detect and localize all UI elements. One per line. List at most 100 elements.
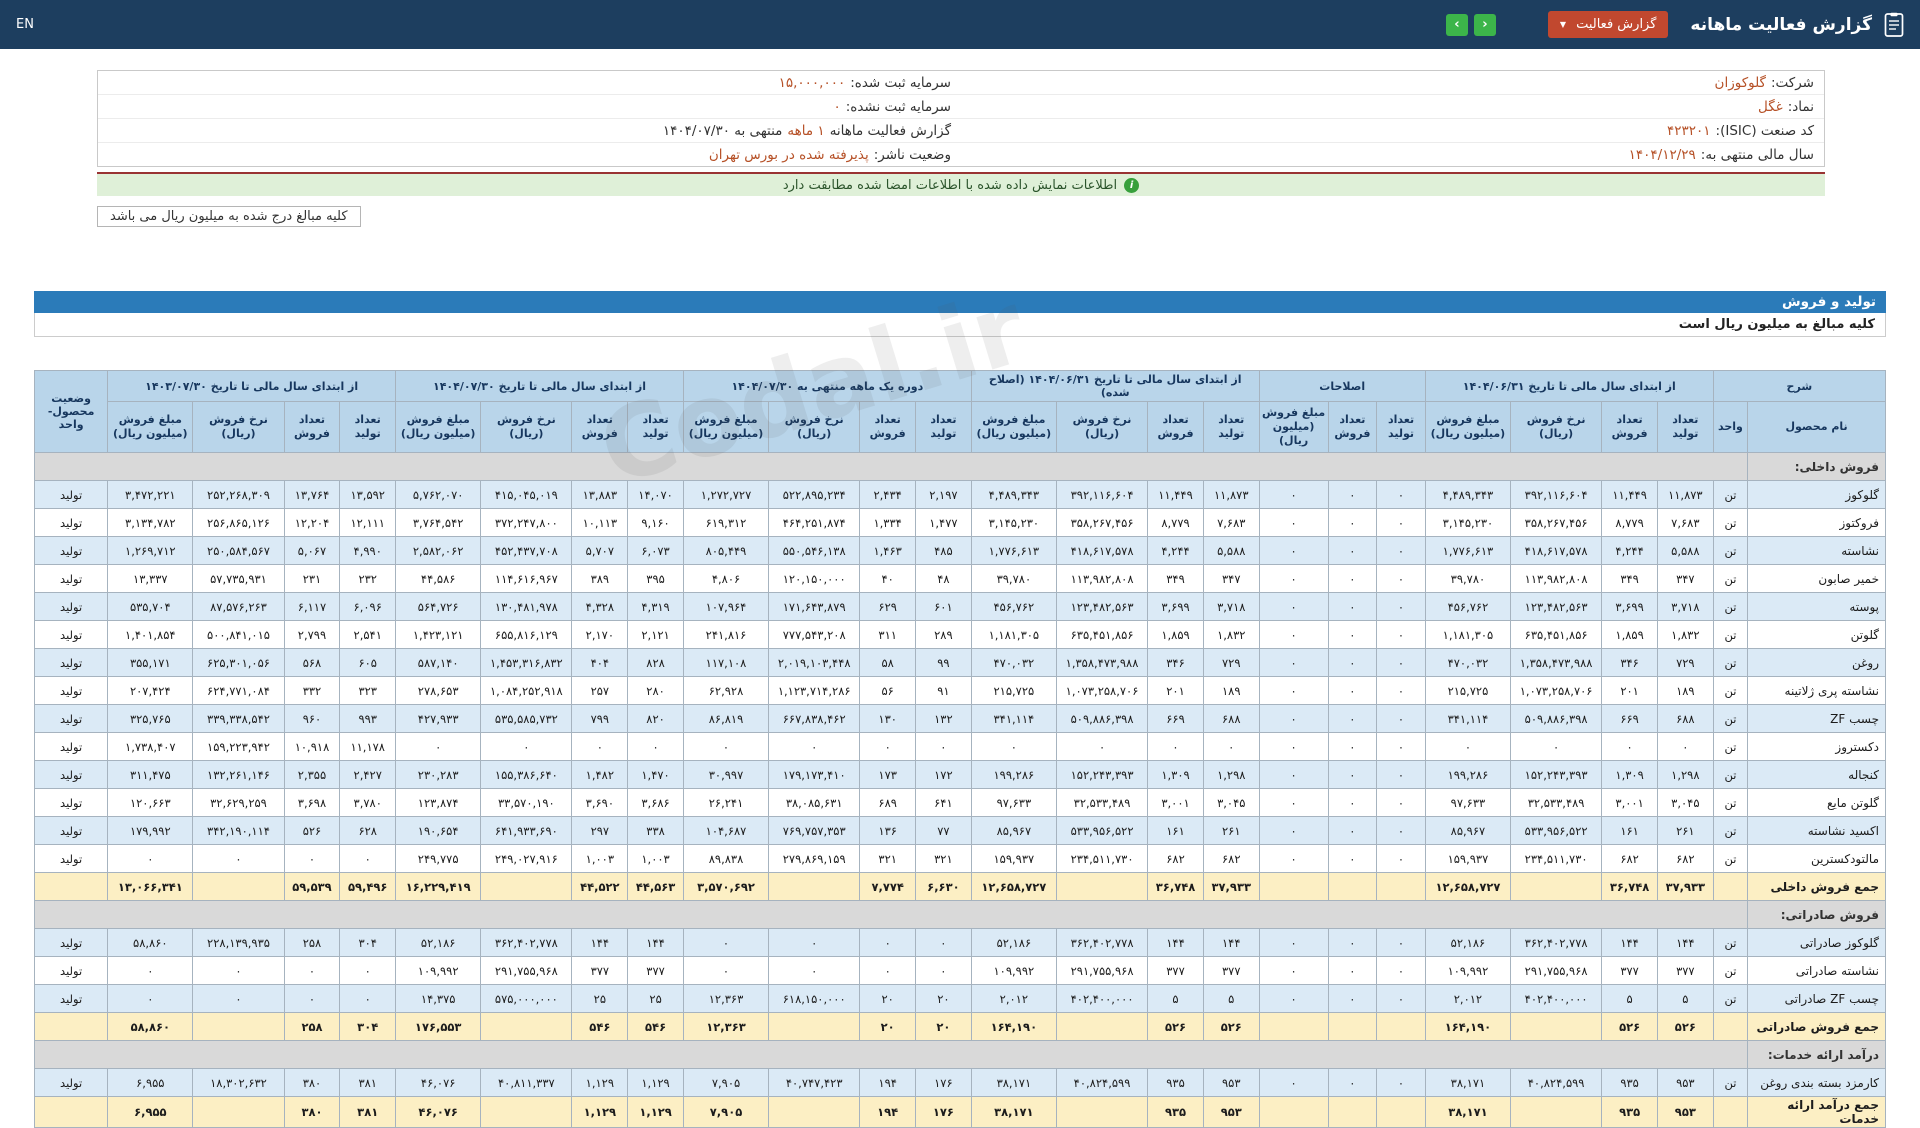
- value-cell: ۰: [480, 732, 573, 761]
- value-cell: ۱,۸۳۲: [1656, 620, 1714, 649]
- value-cell: ۰: [339, 984, 397, 1013]
- value-cell: ۹۹۳: [339, 704, 397, 733]
- value-cell: ۱۳,۷۶۴: [283, 480, 341, 509]
- amounts-note-pill: کلیه مبالغ درج شده به میلیون ریال می باش…: [97, 206, 361, 227]
- next-report-button[interactable]: ›: [1473, 13, 1496, 36]
- value-cell: ۴,۴۸۹,۳۴۳: [1424, 480, 1512, 509]
- value-cell: ۰: [107, 956, 194, 985]
- value-cell: ۰: [1258, 956, 1329, 985]
- col-subheader-amount: مبلغ فروش (میلیون ریال): [970, 401, 1057, 453]
- value-cell: ۴۰,۸۱۱,۳۳۷: [480, 1068, 573, 1097]
- value-cell: ۳,۰۴۵: [1202, 788, 1260, 817]
- value-cell: ۰: [915, 732, 972, 761]
- value-cell: ۳۸۱: [339, 1068, 397, 1097]
- info-value: ۱ ماهه: [787, 122, 825, 139]
- value-cell: ۱۱,۸۷۳: [1202, 480, 1260, 509]
- value-cell: ۳,۶۹۰: [571, 788, 629, 817]
- language-toggle-en[interactable]: EN: [16, 17, 34, 32]
- value-cell: ۳۱۱,۴۷۵: [107, 760, 194, 789]
- value-cell: ۱,۳۰۹: [1601, 760, 1658, 789]
- value-cell: ۱۵۹,۲۲۳,۹۴۲: [192, 732, 285, 761]
- value-cell: ۳,۶۹۹: [1147, 592, 1204, 621]
- value-cell: ۱۶,۲۲۹,۴۱۹: [395, 872, 482, 901]
- value-cell: ۰: [107, 984, 194, 1013]
- product-row: اکسید نشاسته تن ۲۶۱ ۱۶۱ ۵۳۳,۹۵۶,۵۲۲ ۸۵,۹۶۷ ۰ ۰ ۰…: [33, 816, 1886, 845]
- section-row: فروش داخلی:: [33, 452, 1886, 481]
- value-cell: ۳,۴۷۲,۲۲۱: [107, 480, 194, 509]
- value-cell: ۰: [1376, 928, 1426, 957]
- value-cell: [480, 1012, 573, 1041]
- value-cell: ۶۳۵,۴۵۱,۸۵۶: [1055, 620, 1149, 649]
- col-subheader-rate: نرخ فروش (ریال): [192, 401, 285, 453]
- value-cell: ۱۷۶: [915, 1096, 972, 1128]
- value-cell: [480, 1096, 573, 1128]
- unit-cell: تن: [1712, 844, 1749, 873]
- value-cell: ۱,۱۸۱,۳۰۵: [1424, 620, 1512, 649]
- col-subheader-amount: مبلغ فروش (میلیون ریال): [395, 401, 482, 453]
- value-cell: ۲۳۰,۲۸۳: [395, 760, 482, 789]
- value-cell: ۱۳,۰۶۶,۳۴۱: [107, 872, 194, 901]
- value-cell: ۲۶۱: [1656, 816, 1714, 845]
- value-cell: ۳۶۲,۴۰۲,۷۷۸: [1055, 928, 1149, 957]
- value-cell: ۸۷,۵۷۶,۲۶۳: [192, 592, 285, 621]
- value-cell: ۱۲۰,۶۶۳: [107, 788, 194, 817]
- value-cell: ۲۰: [915, 984, 972, 1013]
- value-cell: ۰: [1055, 732, 1149, 761]
- value-cell: ۶۸۸: [1202, 704, 1260, 733]
- value-cell: ۵۷۵,۰۰۰,۰۰۰: [480, 984, 573, 1013]
- value-cell: ۲,۵۴۱: [339, 620, 397, 649]
- col-subheader-qty_sold: تعداد فروش: [1601, 401, 1658, 453]
- value-cell: ۶۸۲: [1202, 844, 1260, 873]
- value-cell: ۳۹,۷۸۰: [970, 564, 1057, 593]
- value-cell: ۲,۳۵۵: [283, 760, 341, 789]
- value-cell: ۶۳۵,۴۵۱,۸۵۶: [1510, 620, 1603, 649]
- value-cell: ۲۷۸,۶۵۳: [395, 676, 482, 705]
- value-cell: ۴۲۷,۹۳۳: [395, 704, 482, 733]
- value-cell: ۴,۸۰۶: [682, 564, 770, 593]
- value-cell: ۵۲,۱۸۶: [1424, 928, 1512, 957]
- status-cell: تولید: [33, 1068, 109, 1097]
- value-cell: ۰: [1376, 984, 1426, 1013]
- value-cell: ۰: [1327, 480, 1378, 509]
- sum-row: جمع فروش داخلی ۳۷,۹۳۳ ۳۶,۷۴۸ ۱۲,۶۵۸,۷۲۷ ۳۷,۹…: [33, 872, 1886, 901]
- value-cell: ۶۸۸: [1656, 704, 1714, 733]
- value-cell: ۱,۷۳۸,۴۰۷: [107, 732, 194, 761]
- company-info-section: شرکت: گلوکوزان نماد: غگل کد صنعت (ISIC): ۴۲۳۲…: [97, 70, 1825, 227]
- value-cell: ۱,۸۵۹: [1147, 620, 1204, 649]
- value-cell: [1327, 1096, 1378, 1128]
- value-cell: ۴۰۲,۴۰۰,۰۰۰: [1510, 984, 1603, 1013]
- value-cell: ۵۳۳,۹۵۶,۵۲۲: [1055, 816, 1149, 845]
- value-cell: ۰: [859, 928, 917, 957]
- status-cell: تولید: [33, 928, 109, 957]
- page-title: گزارش فعالیت ماهانه: [1690, 14, 1872, 35]
- product-row: گلوکوز تن ۱۱,۸۷۳ ۱۱,۴۴۹ ۳۹۲,۱۱۶,۶۰۴ ۴,۴۸۹,۳۴۳…: [33, 480, 1886, 509]
- section-row: فروش صادراتی:: [33, 900, 1886, 929]
- value-cell: ۳۹,۷۸۰: [1424, 564, 1512, 593]
- value-cell: ۰: [1327, 760, 1378, 789]
- info-label: گزارش فعالیت ماهانه: [829, 122, 951, 139]
- product-row: پوسته تن ۳,۷۱۸ ۳,۶۹۹ ۱۲۳,۴۸۲,۵۶۳ ۴۵۶,۷۶۲ ۰ ۰ ۰ ۳,…: [33, 592, 1886, 621]
- product-name-cell: گلوکوز صادراتی: [1747, 928, 1886, 957]
- previous-report-button[interactable]: ‹: [1445, 13, 1468, 36]
- product-row: چسب ZF تن ۶۸۸ ۶۶۹ ۵۰۹,۸۸۶,۳۹۸ ۳۴۱,۱۱۴ ۰ ۰ ۰ ۶۸۸ ۶۶…: [33, 704, 1886, 733]
- value-cell: ۲۵۷: [571, 676, 629, 705]
- value-cell: ۳۰۴: [339, 1012, 397, 1041]
- col-header-desc: شرح: [1712, 370, 1887, 402]
- info-value-link[interactable]: غگل: [1758, 99, 1783, 115]
- status-cell: تولید: [33, 844, 109, 873]
- product-name-cell: خمیر صابون: [1747, 564, 1886, 593]
- value-cell: ۳۷۷: [1601, 956, 1658, 985]
- value-cell: ۳۸۰: [283, 1096, 341, 1128]
- value-cell: ۱۵۲,۲۴۳,۳۹۳: [1510, 760, 1603, 789]
- value-cell: ۵۴۶: [627, 1012, 684, 1041]
- status-cell: [33, 1012, 109, 1041]
- section-label-cell: فروش داخلی:: [1747, 452, 1886, 481]
- col-header-product-name: نام محصول: [1747, 401, 1886, 453]
- value-cell: ۵۳۵,۷۰۴: [107, 592, 194, 621]
- value-cell: ۱,۸۵۹: [1601, 620, 1658, 649]
- info-value-link[interactable]: گلوکوزان: [1715, 75, 1766, 91]
- value-cell: ۲,۴۲۷: [339, 760, 397, 789]
- value-cell: ۲۰۱: [1601, 676, 1658, 705]
- report-type-dropdown[interactable]: گزارش فعالیت ▼: [1547, 11, 1669, 38]
- value-cell: ۴۶,۰۷۶: [395, 1096, 482, 1128]
